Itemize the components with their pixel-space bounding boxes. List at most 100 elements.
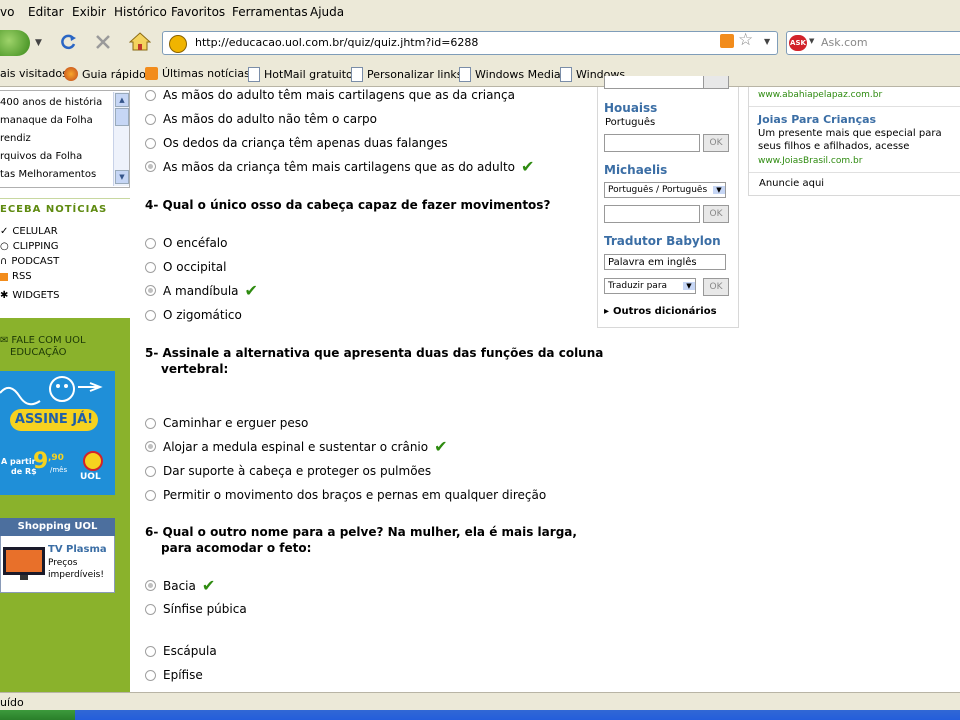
- q3-option-2[interactable]: As mãos do adulto não têm o carpo: [145, 112, 377, 126]
- menu-editar[interactable]: Editar: [28, 5, 64, 19]
- link-podcast[interactable]: ∩ PODCAST: [0, 256, 59, 267]
- radio-button[interactable]: [145, 645, 156, 657]
- babylon-input[interactable]: Palavra em inglês: [604, 254, 726, 270]
- bookmark-ultimas-noticias[interactable]: Últimas notícias: [145, 67, 250, 80]
- q5-option-1[interactable]: Caminhar e erguer peso: [145, 416, 308, 430]
- q3-option-1[interactable]: As mãos do adulto têm mais cartilagens q…: [145, 88, 515, 102]
- q6-option-1[interactable]: Bacia ✔: [145, 576, 215, 595]
- michaelis-ok-button[interactable]: OK: [703, 205, 729, 223]
- radio-button[interactable]: [145, 489, 156, 501]
- bookmark-most-visited[interactable]: ais visitados: [0, 67, 68, 80]
- link-clipping[interactable]: ○ CLIPPING: [0, 241, 58, 252]
- bookmark-star-icon[interactable]: ☆: [738, 30, 753, 50]
- link-rss[interactable]: RSS: [0, 271, 32, 282]
- radio-button[interactable]: [145, 603, 156, 615]
- menu-historico[interactable]: Histórico: [114, 5, 167, 19]
- bookmark-personalizar[interactable]: Personalizar links: [351, 67, 463, 82]
- bookmark-label: Windows Media: [475, 68, 561, 81]
- url-dropdown-icon[interactable]: ▼: [764, 37, 770, 46]
- radio-button[interactable]: [145, 113, 156, 125]
- q3-option-4[interactable]: As mãos da criança têm mais cartilagens …: [145, 157, 534, 176]
- tv-plasma-title[interactable]: TV Plasma: [48, 544, 107, 555]
- list-item[interactable]: manaque da Folha: [0, 115, 93, 126]
- radio-button[interactable]: [145, 465, 156, 477]
- q6-option-3[interactable]: Escápula: [145, 644, 217, 658]
- list-item[interactable]: 400 anos de história: [0, 97, 102, 108]
- menu-favoritos[interactable]: Favoritos: [171, 5, 225, 19]
- radio-button[interactable]: [145, 89, 156, 101]
- radio-button[interactable]: [145, 237, 156, 249]
- michaelis-select[interactable]: Português / Português ▼: [604, 182, 726, 198]
- q5-option-4[interactable]: Permitir o movimento dos braços e pernas…: [145, 488, 546, 502]
- menu-exibir[interactable]: Exibir: [72, 5, 106, 19]
- q5-option-2[interactable]: Alojar a medula espinal e sustentar o cr…: [145, 437, 448, 456]
- anuncie-aqui-link[interactable]: Anuncie aqui: [759, 178, 824, 189]
- menu-ajuda[interactable]: Ajuda: [310, 5, 344, 19]
- babylon-ok-button[interactable]: OK: [703, 278, 729, 296]
- bookmark-guia-rapido[interactable]: Guia rápido: [64, 67, 146, 81]
- radio-button[interactable]: [145, 261, 156, 273]
- outros-dicionarios-link[interactable]: ▸ Outros dicionários: [604, 306, 717, 317]
- tv-desc-line1: Preços: [48, 558, 78, 568]
- tv-image-icon[interactable]: [2, 545, 46, 583]
- link-celular[interactable]: ✓ CELULAR: [0, 226, 58, 237]
- ad-url-2[interactable]: www.JoiasBrasil.com.br: [758, 156, 862, 166]
- list-item[interactable]: tas Melhoramentos: [0, 169, 96, 180]
- search-placeholder: Ask.com: [821, 36, 868, 49]
- q4-option-2[interactable]: O occipital: [145, 260, 226, 274]
- address-bar[interactable]: http://educacao.uol.com.br/quiz/quiz.jht…: [162, 31, 778, 55]
- michaelis-input[interactable]: [604, 205, 700, 223]
- q4-option-3[interactable]: A mandíbula ✔: [145, 281, 258, 300]
- stop-icon[interactable]: [94, 33, 112, 51]
- radio-button[interactable]: [145, 137, 156, 149]
- bookmark-hotmail[interactable]: HotMail gratuito: [248, 67, 353, 82]
- home-icon[interactable]: [129, 31, 151, 51]
- ad-url-1[interactable]: www.abahiapelapaz.com.br: [758, 90, 882, 100]
- q4-option-4[interactable]: O zigomático: [145, 308, 242, 322]
- start-button[interactable]: [0, 710, 75, 720]
- fale-line1: FALE COM UOL: [11, 335, 86, 346]
- q5-option-3[interactable]: Dar suporte à cabeça e proteger os pulmõ…: [145, 464, 431, 478]
- radio-button[interactable]: [145, 580, 156, 591]
- scroll-up-icon[interactable]: ▲: [115, 93, 129, 107]
- houaiss-input[interactable]: [604, 134, 700, 152]
- q6-option-4[interactable]: Epífise: [145, 668, 203, 682]
- scroll-down-icon[interactable]: ▼: [115, 170, 129, 184]
- link-widgets[interactable]: ✱ WIDGETS: [0, 290, 59, 301]
- engine-dropdown-icon[interactable]: ▼: [809, 37, 814, 45]
- fale-com-uol-link[interactable]: ✉ FALE COM UOL EDUCAÇÃO: [0, 335, 86, 359]
- forward-button[interactable]: [0, 30, 30, 56]
- bookmark-label: Personalizar links: [367, 68, 463, 81]
- radio-button[interactable]: [145, 669, 156, 681]
- radio-button[interactable]: [145, 309, 156, 321]
- radio-button[interactable]: [145, 285, 156, 296]
- bookmark-label: HotMail gratuito: [264, 68, 353, 81]
- houaiss-title: Houaiss: [604, 101, 658, 115]
- radio-button[interactable]: [145, 441, 156, 452]
- assine-banner[interactable]: ASSINE JÁ! A partir de R$ 9 ,90 /mês UOL: [0, 371, 115, 495]
- list-item[interactable]: rquivos da Folha: [0, 151, 82, 162]
- menu-file[interactable]: vo: [0, 5, 14, 19]
- reload-icon[interactable]: [58, 32, 78, 52]
- translate-select[interactable]: Traduzir para ▼: [604, 278, 696, 294]
- q3-option-3[interactable]: Os dedos da criança têm apenas duas fala…: [145, 136, 448, 150]
- rss-feed-icon[interactable]: [720, 34, 734, 48]
- scroll-thumb[interactable]: [115, 108, 129, 126]
- houaiss-ok-button[interactable]: OK: [703, 134, 729, 152]
- top-ok-button[interactable]: [703, 76, 729, 89]
- arrow-icon: ✓: [0, 226, 9, 237]
- radio-button[interactable]: [145, 417, 156, 429]
- history-dropdown-icon[interactable]: ▼: [35, 38, 42, 48]
- correct-check-icon: ✔: [434, 437, 448, 456]
- bookmark-windows-media[interactable]: Windows Media: [459, 67, 561, 82]
- list-item[interactable]: rendiz: [0, 133, 31, 144]
- q6-option-2[interactable]: Sínfise púbica: [145, 602, 247, 616]
- shopping-title[interactable]: Shopping UOL: [0, 518, 115, 536]
- menu-ferramentas[interactable]: Ferramentas: [232, 5, 308, 19]
- correct-check-icon: ✔: [244, 281, 258, 300]
- q4-option-1[interactable]: O encéfalo: [145, 236, 227, 250]
- ad-title-2[interactable]: Joias Para Crianças: [758, 113, 876, 126]
- radio-button[interactable]: [145, 161, 156, 172]
- list-scrollbar[interactable]: ▲ ▼: [113, 92, 129, 186]
- search-input[interactable]: ASK ▼ Ask.com: [786, 31, 960, 55]
